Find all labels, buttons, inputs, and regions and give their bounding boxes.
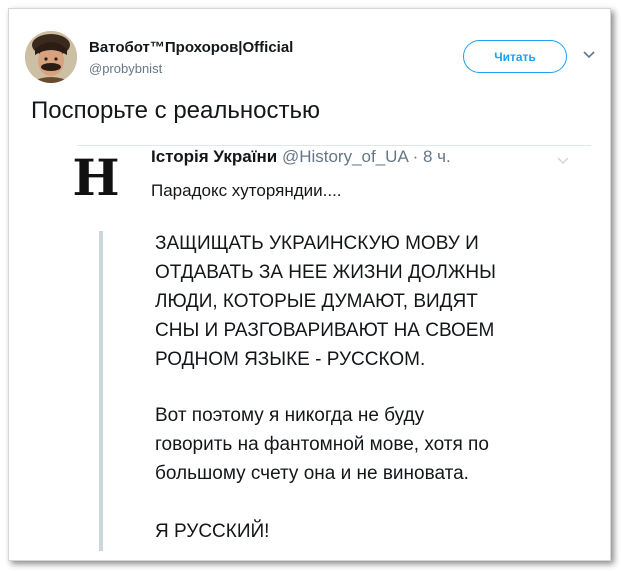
quoted-line: говорить на фантомной мове, хотя по — [155, 434, 489, 455]
quoted-text-bar — [99, 231, 103, 551]
chevron-down-icon[interactable] — [581, 47, 597, 63]
quoted-paragraph-1: ЗАЩИЩАТЬ УКРАИНСКУЮ МОВУ И ОТДАВАТЬ ЗА Н… — [155, 229, 496, 374]
quoted-line: большому счету она и не виновата. — [155, 463, 469, 484]
quoted-author-handle[interactable]: @History_of_UA — [282, 147, 408, 166]
author-handle[interactable]: @probybnist — [89, 61, 162, 76]
chevron-down-icon[interactable] — [555, 153, 571, 169]
quoted-avatar-logo[interactable]: Н — [71, 153, 121, 203]
tweet-text: Поспорьте с реальностью — [31, 97, 320, 124]
avatar[interactable] — [25, 31, 77, 83]
quoted-author-name[interactable]: Історія України — [151, 147, 277, 166]
quoted-line: ЗАЩИЩАТЬ УКРАИНСКУЮ МОВУ И — [155, 233, 479, 254]
quoted-timestamp[interactable]: · 8 ч. — [413, 147, 451, 166]
quoted-line: Вот поэтому я никогда не буду — [155, 405, 425, 426]
quoted-paragraph-3: Я РУССКИЙ! — [155, 521, 270, 542]
quoted-paragraph-2: Вот поэтому я никогда не буду говорить н… — [155, 401, 489, 488]
quoted-line: РОДНОМ ЯЗЫКЕ - РУССКОМ. — [155, 349, 426, 370]
tweet-card: Ватобот™Прохоров|Official @probybnist Чи… — [8, 8, 611, 561]
quoted-line: ЛЮДИ, КОТОРЫЕ ДУМАЮТ, ВИДЯТ — [155, 291, 478, 312]
quoted-line: СНЫ И РАЗГОВАРИВАЮТ НА СВОЕМ — [155, 320, 495, 341]
quoted-line: ОТДАВАТЬ ЗА НЕЕ ЖИЗНИ ДОЛЖНЫ — [155, 262, 496, 283]
author-name[interactable]: Ватобот™Прохоров|Official — [89, 39, 293, 56]
avatar-image — [25, 31, 77, 83]
tweet-header: Ватобот™Прохоров|Official @probybnist Чи… — [25, 31, 600, 87]
quoted-text-intro: Парадокс хуторяндии.... — [151, 181, 342, 200]
quoted-header: Історія України @History_of_UA · 8 ч. — [151, 147, 451, 167]
quoted-tweet[interactable]: Н Історія України @History_of_UA · 8 ч. … — [69, 133, 589, 560]
follow-button[interactable]: Читать — [463, 40, 567, 73]
